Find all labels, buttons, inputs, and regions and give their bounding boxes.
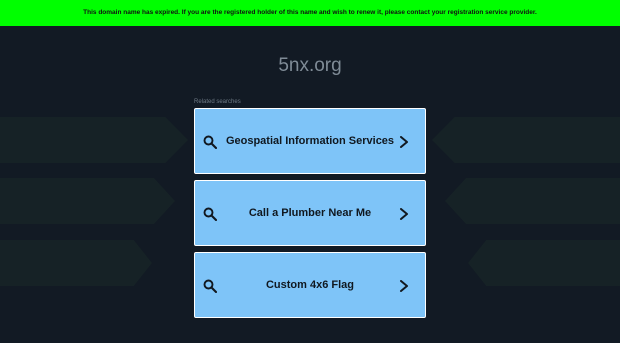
decorative-arrow-left-3 bbox=[0, 240, 152, 286]
chevron-right-icon bbox=[400, 208, 408, 220]
related-search-label: Custom 4x6 Flag bbox=[265, 279, 355, 291]
related-search-flag[interactable]: Custom 4x6 Flag bbox=[194, 252, 426, 318]
decorative-arrow-right-1 bbox=[432, 117, 620, 163]
related-search-plumber[interactable]: Call a Plumber Near Me bbox=[194, 180, 426, 246]
related-searches-list: Geospatial Information Services Call a P… bbox=[194, 108, 426, 318]
domain-expired-banner: This domain name has expired. If you are… bbox=[0, 0, 620, 26]
related-searches-label: Related searches bbox=[194, 99, 241, 105]
parked-domain-page: This domain name has expired. If you are… bbox=[0, 0, 620, 343]
related-search-geospatial[interactable]: Geospatial Information Services bbox=[194, 108, 426, 174]
domain-title: 5nx.org bbox=[278, 55, 342, 76]
decorative-arrow-left-1 bbox=[0, 117, 188, 163]
search-icon bbox=[203, 135, 217, 149]
decorative-arrow-right-2 bbox=[445, 178, 620, 224]
related-search-label: Call a Plumber Near Me bbox=[248, 207, 372, 219]
decorative-arrow-left-2 bbox=[0, 178, 175, 224]
decorative-arrow-right-3 bbox=[468, 240, 620, 286]
related-search-label: Geospatial Information Services bbox=[225, 135, 395, 147]
domain-expired-message: This domain name has expired. If you are… bbox=[83, 9, 537, 16]
search-icon bbox=[203, 279, 217, 293]
search-icon bbox=[203, 207, 217, 221]
chevron-right-icon bbox=[400, 136, 408, 148]
chevron-right-icon bbox=[400, 280, 408, 292]
